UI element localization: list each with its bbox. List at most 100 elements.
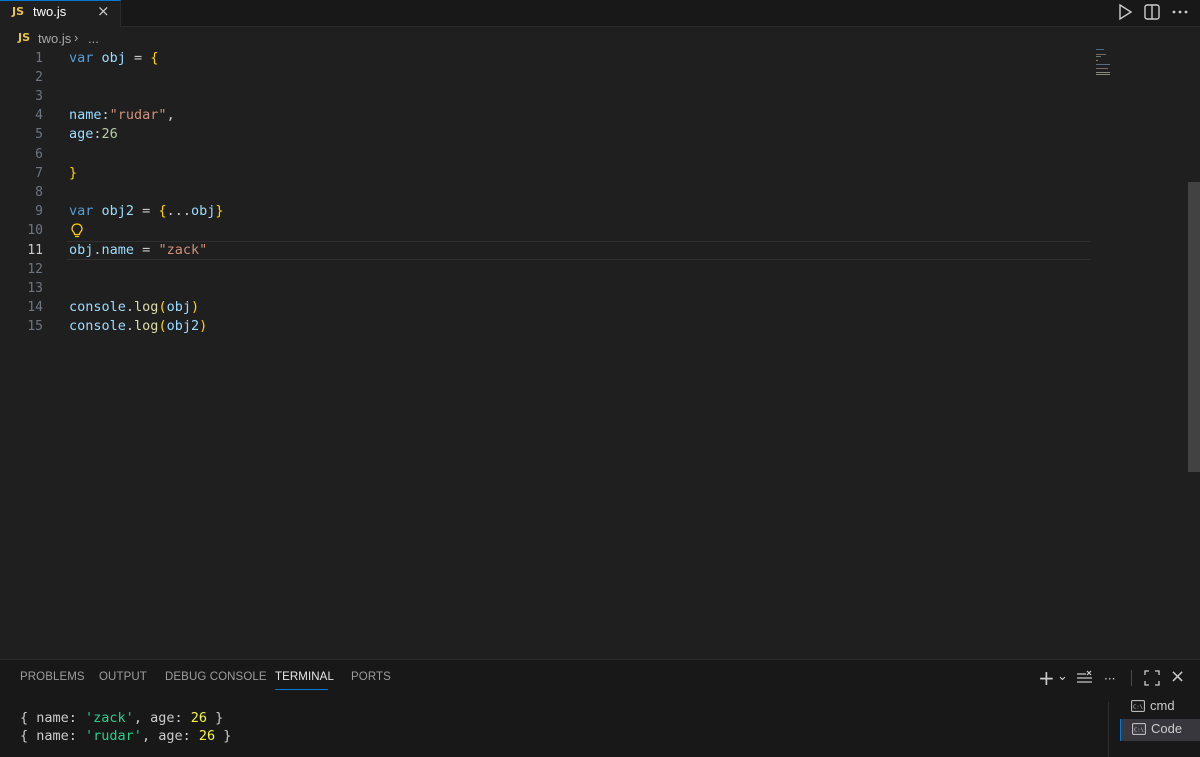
code-token: ... <box>166 203 191 220</box>
terminal-token: 'zack' <box>85 710 134 726</box>
code-token: var <box>69 49 94 66</box>
panel-actions-divider <box>1131 670 1132 686</box>
lightbulb-icon[interactable] <box>70 222 84 240</box>
tab-debug-console[interactable]: DEBUG CONSOLE <box>165 671 267 683</box>
code-token: ( <box>158 299 167 316</box>
line-number: 10 <box>27 223 43 239</box>
code-line[interactable]: 5 age:26 <box>0 125 1090 144</box>
tab-output[interactable]: OUTPUT <box>99 671 147 683</box>
line-number: 8 <box>35 184 43 200</box>
code-line[interactable]: 3 <box>0 87 1090 106</box>
breadcrumb-file[interactable]: two.js <box>38 31 71 46</box>
code-token: "zack" <box>158 241 208 258</box>
code-token: obj <box>190 203 216 220</box>
code-token: obj <box>101 49 126 66</box>
code-token: name <box>101 241 135 258</box>
line-number: 1 <box>35 50 43 66</box>
terminal-token: 'rudar' <box>85 728 142 744</box>
code-token: log <box>134 318 159 335</box>
tab-ports[interactable]: PORTS <box>351 671 391 683</box>
more-actions-icon[interactable] <box>1170 2 1190 22</box>
code-text: var obj2 = {...obj} <box>69 202 224 221</box>
code-token: . <box>125 299 135 316</box>
active-tab-indicator <box>275 689 328 690</box>
code-token: 26 <box>101 126 118 143</box>
code-line[interactable]: 4 name:"rudar", <box>0 106 1090 125</box>
javascript-file-icon: JS <box>18 31 31 44</box>
line-number: 11 <box>27 242 43 258</box>
breadcrumb: JS two.js › ... <box>0 28 1200 48</box>
code-token: { <box>150 49 159 66</box>
line-number: 5 <box>35 127 43 143</box>
code-line[interactable]: 11 obj.name = "zack" <box>0 241 1090 260</box>
minimap[interactable] <box>1094 48 1188 78</box>
code-token: . <box>93 241 102 258</box>
code-line[interactable]: 12 <box>0 260 1090 279</box>
code-token: name <box>69 107 102 124</box>
new-terminal-icon[interactable]: + <box>1038 668 1055 688</box>
kill-terminal-icon[interactable] <box>1076 670 1094 686</box>
code-token: } <box>215 203 224 220</box>
terminal-token: , age: <box>133 710 191 726</box>
code-text: age:26 <box>69 125 118 144</box>
code-token: : <box>93 126 102 143</box>
maximize-panel-icon[interactable] <box>1144 670 1160 686</box>
code-line[interactable]: 9 var obj2 = {...obj} <box>0 202 1090 221</box>
tab-terminal[interactable]: TERMINAL <box>275 671 334 683</box>
code-line[interactable]: 1 var obj = { <box>0 49 1090 68</box>
code-token: = <box>125 49 151 66</box>
terminal-item-cmd[interactable]: C:\ cmd <box>1120 696 1200 718</box>
line-number: 13 <box>27 280 43 296</box>
code-token: ) <box>190 299 200 316</box>
code-line[interactable]: 7} <box>0 164 1090 183</box>
tab-problems[interactable]: PROBLEMS <box>20 671 85 683</box>
breadcrumb-symbols[interactable]: ... <box>88 31 99 46</box>
code-token: log <box>134 299 159 316</box>
code-text: console.log(obj2) <box>69 317 207 336</box>
code-line[interactable]: 13 <box>0 279 1090 298</box>
editor-scrollbar-thumb[interactable] <box>1188 182 1200 472</box>
close-tab-icon[interactable]: × <box>97 2 110 20</box>
play-icon[interactable] <box>1115 2 1135 22</box>
code-line[interactable]: 10 <box>0 221 1090 240</box>
code-token: obj <box>69 241 94 258</box>
terminal-token: , age: <box>141 728 199 744</box>
code-token: "rudar" <box>109 107 167 124</box>
code-line[interactable]: 14 console.log(obj) <box>0 298 1090 317</box>
terminal-item-code[interactable]: C:\ Code <box>1120 719 1200 741</box>
code-token: { <box>158 203 167 220</box>
svg-text:C:\: C:\ <box>1133 705 1143 711</box>
code-text: var obj = { <box>69 49 158 68</box>
code-token: : <box>101 107 110 124</box>
code-text: obj.name = "zack" <box>69 241 207 260</box>
terminal-list-divider <box>1108 702 1109 757</box>
code-token: obj2 <box>166 318 200 335</box>
code-text: name:"rudar", <box>69 106 175 125</box>
chevron-right-icon: › <box>74 30 79 45</box>
code-token: console <box>69 318 126 335</box>
code-token: var <box>69 203 94 220</box>
code-line[interactable]: 15 console.log(obj2) <box>0 317 1090 336</box>
code-line[interactable]: 6 <box>0 145 1090 164</box>
terminal-token: { name: <box>20 728 86 744</box>
tab-two-js[interactable]: JS two.js × <box>0 0 121 27</box>
terminal-item-label: cmd <box>1150 698 1175 713</box>
terminal-token: { name: <box>20 710 86 726</box>
code-token: ) <box>199 318 208 335</box>
split-editor-icon[interactable] <box>1142 2 1162 22</box>
code-line[interactable]: 2 <box>0 68 1090 87</box>
more-actions-icon[interactable]: ··· <box>1104 669 1115 689</box>
line-number: 12 <box>27 261 43 277</box>
code-token: ( <box>158 318 167 335</box>
code-editor[interactable]: 1 var obj = {2 3 4 name:"rudar", 5 age:26 6 7} 8 9… <box>0 48 1188 659</box>
line-number: 2 <box>35 69 43 85</box>
close-panel-icon[interactable]: × <box>1170 667 1185 687</box>
terminal-icon: C:\ <box>1132 723 1146 735</box>
code-token: . <box>125 318 135 335</box>
chevron-down-icon[interactable]: ⌄ <box>1057 667 1068 687</box>
code-line[interactable]: 8 <box>0 183 1090 202</box>
editor-tab-bar: JS two.js × <box>0 0 1200 27</box>
terminal-token: } <box>215 728 232 744</box>
code-token: obj2 <box>101 203 135 220</box>
